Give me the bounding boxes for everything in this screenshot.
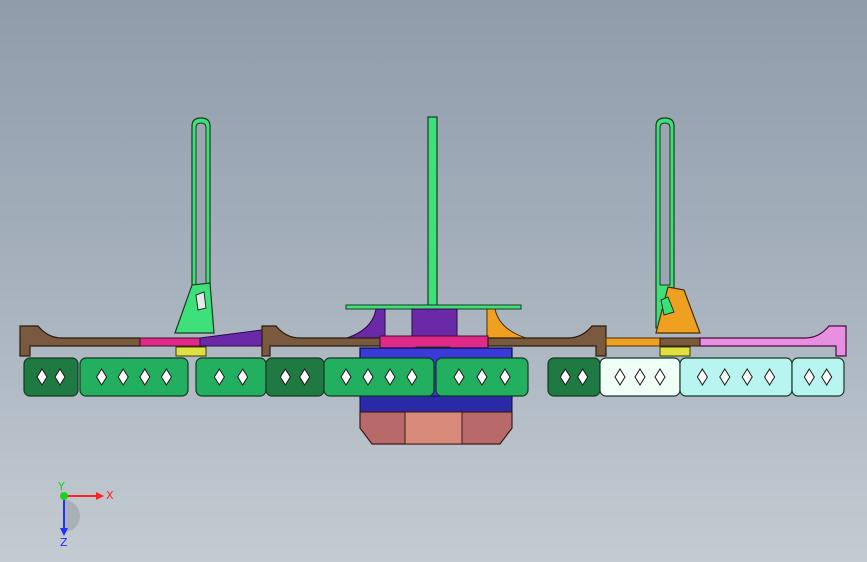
- orientation-triad[interactable]: X Y Z: [40, 480, 130, 550]
- right-antenna-post: [655, 117, 701, 334]
- motor-ring: [791, 357, 845, 397]
- z-axis-label: Z: [60, 536, 68, 549]
- x-axis-arrow: [96, 492, 104, 500]
- motor-ring: [23, 357, 79, 397]
- triad-shadow: [64, 500, 80, 532]
- x-axis-label: X: [106, 489, 114, 502]
- drone-frame-assembly[interactable]: [0, 0, 867, 562]
- motor-ring: [547, 357, 601, 397]
- motor-ring: [679, 357, 793, 397]
- motor-rings: [23, 357, 845, 397]
- left-antenna-post: [174, 117, 215, 334]
- y-axis-dot: [60, 492, 68, 500]
- cad-viewport[interactable]: X Y Z: [0, 0, 867, 562]
- z-axis-arrow: [60, 528, 68, 536]
- motor-ring: [265, 357, 325, 397]
- motor-ring: [195, 357, 267, 397]
- y-axis-label: Y: [57, 480, 65, 493]
